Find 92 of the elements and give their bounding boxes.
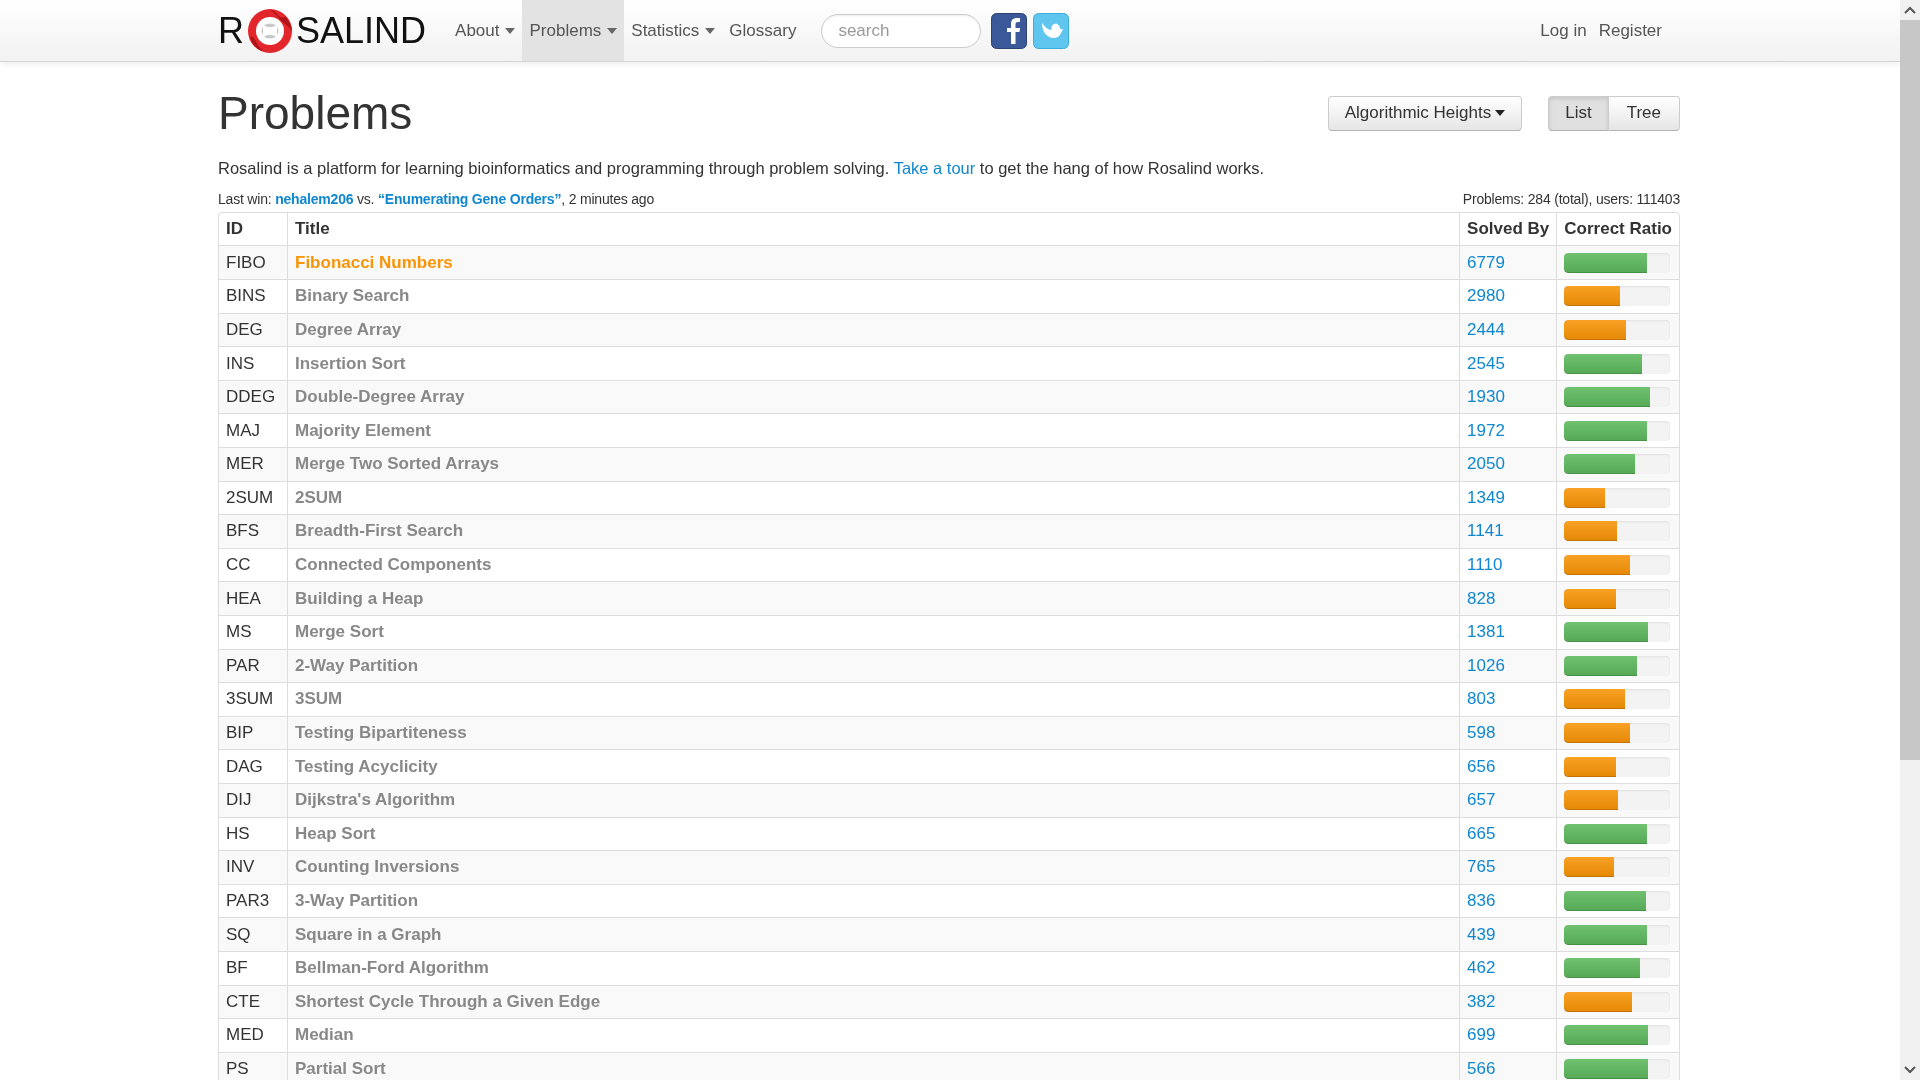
table-cell: DEG <box>219 312 287 347</box>
user-link[interactable]: nehalem206 <box>275 191 354 208</box>
problem-title-link[interactable]: Heap Sort <box>295 823 376 843</box>
problem-title-link[interactable]: 3-Way Partition <box>295 891 419 910</box>
table-cell: SQ <box>219 917 287 951</box>
account-link[interactable]: Log in <box>1540 20 1587 41</box>
table-cell: MER <box>219 447 287 481</box>
problem-title-link[interactable]: Merge Sort <box>295 622 384 642</box>
table-cell: MED <box>219 1018 287 1052</box>
solved-by-link[interactable]: 1110 <box>1467 555 1503 575</box>
problem-title-link[interactable]: Shortest Cycle Through a Given Edge <box>295 991 601 1011</box>
logo-text[interactable]: SALIND <box>296 12 427 49</box>
table-cell: DIJ <box>219 782 287 817</box>
bird-icon[interactable] <box>1033 12 1070 49</box>
scroll-up-icon[interactable] <box>1904 6 1916 14</box>
view-toggle-button[interactable]: Tree <box>1608 95 1680 131</box>
table-cell: INV <box>219 850 287 884</box>
search-field[interactable]: search <box>821 13 982 48</box>
solved-by-link[interactable]: 598 <box>1467 723 1496 743</box>
scrollbar[interactable] <box>1900 0 1920 1080</box>
scroll-down-icon[interactable] <box>1904 1066 1916 1074</box>
problem-title-link[interactable]: Breadth-First Search <box>295 521 464 541</box>
solved-by-link[interactable]: 665 <box>1467 823 1496 843</box>
solved-by-link[interactable]: 2545 <box>1467 353 1505 373</box>
problem-title-link[interactable]: Square in a Graph <box>295 924 442 944</box>
solved-by-link[interactable]: 656 <box>1467 756 1496 776</box>
problem-title-link[interactable]: Median <box>295 1025 354 1045</box>
problem-title-link[interactable]: Double-Degree Array <box>295 387 465 407</box>
table-cell: MS <box>219 614 287 649</box>
problem-title-link[interactable]: Bellman-Ford Algorithm <box>295 958 489 978</box>
nav-menu-item[interactable]: Glossary <box>722 0 804 61</box>
problem-title-link[interactable]: 2-Way Partition <box>295 655 419 675</box>
problem-title-link[interactable]: 3SUM <box>295 689 343 709</box>
nav-menu-item[interactable]: Statistics <box>624 0 723 61</box>
table-cell: 3SUM <box>219 682 287 716</box>
table-cell: FIBO <box>219 245 287 280</box>
problem-title-link[interactable]: Binary Search <box>295 286 410 306</box>
table-cell: PAR <box>219 648 287 683</box>
solved-by-link[interactable]: 439 <box>1467 924 1496 944</box>
tour-link[interactable]: Take a tour <box>893 159 976 177</box>
table-cell: PS <box>219 1051 287 1080</box>
problem-title-link[interactable]: Partial Sort <box>295 1059 386 1078</box>
account-link[interactable]: Register <box>1598 20 1662 41</box>
table-cell: BFS <box>219 514 287 548</box>
topic-dropdown[interactable]: Algorithmic Heights <box>1327 95 1523 131</box>
intro-text: Rosalind is a platform for learning bioinformatics and programming through problem solving. Take a tour to get the hang of how Rosalind works. <box>218 158 1266 179</box>
problem-title-link[interactable]: Connected Components <box>295 555 492 575</box>
problem-title-link[interactable]: Majority Element <box>295 420 432 440</box>
solved-by-link[interactable]: 836 <box>1467 891 1496 910</box>
problem-title-link[interactable]: Dijkstra's Algorithm <box>295 790 456 810</box>
view-toggle-button[interactable]: List <box>1548 95 1609 131</box>
solved-by-link[interactable]: 765 <box>1467 857 1496 877</box>
problem-title-link[interactable]: Merge Two Sorted Arrays <box>295 454 500 474</box>
logo-text[interactable]: R <box>218 12 244 49</box>
solved-by-link[interactable]: 462 <box>1467 958 1496 978</box>
solved-by-link[interactable]: 1972 <box>1467 420 1505 440</box>
page-title: Problems <box>218 86 413 140</box>
problem-title-link[interactable]: Building a Heap <box>295 588 424 608</box>
table-cell: DDEG <box>219 379 287 414</box>
table-cell: BINS <box>219 279 287 313</box>
solved-by-link[interactable]: 657 <box>1467 790 1496 810</box>
table-cell: BF <box>219 950 287 985</box>
solved-by-link[interactable]: 1349 <box>1467 487 1505 507</box>
solved-by-link[interactable]: 699 <box>1467 1025 1496 1045</box>
table-cell: DAG <box>219 749 287 783</box>
solved-by-link[interactable]: 828 <box>1467 588 1496 608</box>
problem-title-link[interactable]: Testing Bipartiteness <box>295 723 467 743</box>
column-header[interactable]: ID <box>219 213 287 246</box>
table-cell: BIP <box>219 715 287 750</box>
stats-text: Problems: 284 (total), users: 111403 <box>1462 191 1680 208</box>
caret-icon <box>1495 110 1506 116</box>
solved-by-link[interactable]: 382 <box>1467 991 1496 1011</box>
problem-title-link[interactable]: 2SUM <box>295 487 343 507</box>
scrollbar-thumb[interactable] <box>1900 20 1920 760</box>
logo-swirl-icon[interactable] <box>246 6 294 55</box>
last-win-text: Last win: nehalem206 vs. “Enumerating Gene Orders”, 2 minutes ago <box>218 191 654 208</box>
problem-title-link[interactable]: Degree Array <box>295 319 402 339</box>
problem-link[interactable]: “Enumerating Gene Orders” <box>378 191 562 208</box>
nav-menu-item[interactable]: Problems <box>522 0 625 61</box>
problem-title-link[interactable]: Testing Acyclicity <box>295 756 438 776</box>
table-cell: HEA <box>219 581 287 615</box>
solved-by-link[interactable]: 2980 <box>1467 286 1505 306</box>
problem-title-link[interactable]: Insertion Sort <box>295 353 406 373</box>
problem-title-link[interactable]: Fibonacci Numbers <box>295 252 453 272</box>
solved-by-link[interactable]: 803 <box>1467 689 1496 709</box>
solved-by-link[interactable]: 566 <box>1467 1059 1496 1078</box>
table-cell: INS <box>219 346 287 380</box>
solved-by-link[interactable]: 1381 <box>1467 622 1505 642</box>
nav-menu-item[interactable]: About <box>448 0 523 61</box>
problem-title-link[interactable]: Counting Inversions <box>295 857 460 877</box>
table-cell: CTE <box>219 984 287 1019</box>
facebook-icon[interactable] <box>991 12 1028 49</box>
